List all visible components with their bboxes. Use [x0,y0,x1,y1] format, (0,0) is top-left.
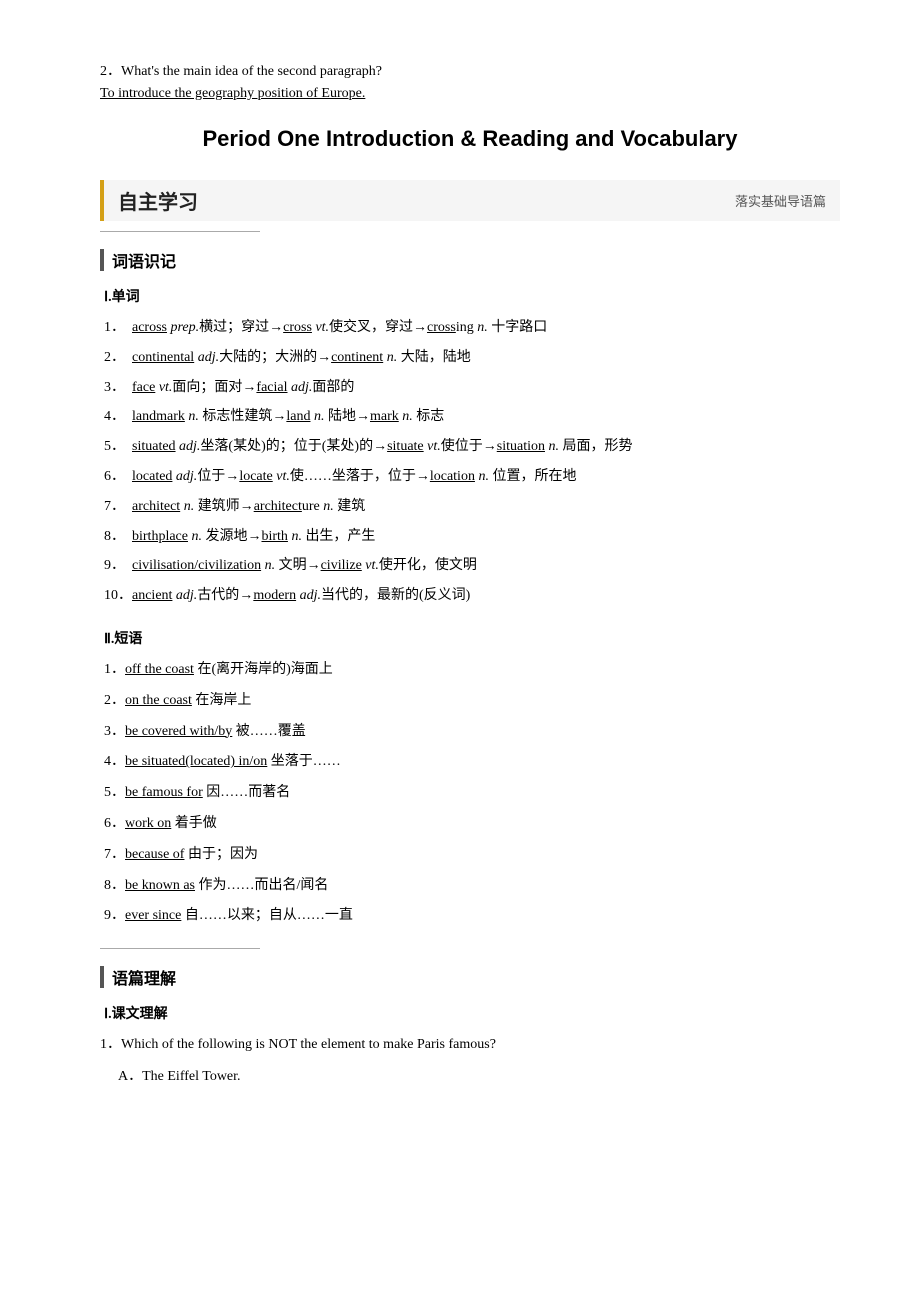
section-vocab-title: 词语识记 [112,248,176,272]
word-item: 4．landmark n. 标志性建筑→land n. 陆地→mark n. 标… [100,405,840,429]
phrase-item: 1．off the coast 在(离开海岸的)海面上 [100,658,840,682]
phrase-item: 9．ever since 自……以来；自从……一直 [100,904,840,928]
subsection-words: Ⅰ.单词 1．across prep.横过；穿过→cross vt.使交叉，穿过… [100,286,840,608]
word-item: 6．located adj.位于→locate vt.使……坐落于，位于→loc… [100,465,840,489]
phrase-num: 4． [104,754,125,769]
main-title: Period One Introduction & Reading and Vo… [100,126,840,152]
phrase-num: 2． [104,693,125,708]
word-num: 3． [104,376,132,400]
phrase-item: 2．on the coast 在海岸上 [100,689,840,713]
phrase-num: 5． [104,785,125,800]
word-num: 8． [104,525,132,549]
phrase-text: be known as [125,878,195,893]
word-item: 8．birthplace n. 发源地→birth n. 出生，产生 [100,525,840,549]
phrase-num: 3． [104,724,125,739]
section-vocab: 词语识记 Ⅰ.单词 1．across prep.横过；穿过→cross vt.使… [100,248,840,928]
section-bar-icon [100,249,104,271]
question2-answer: To introduce the geography position of E… [100,86,840,102]
phrase-text: ever since [125,908,181,923]
phrase-meaning: 坐落于…… [267,754,341,769]
phrase-item: 3．be covered with/by 被……覆盖 [100,720,840,744]
phrase-num: 9． [104,908,125,923]
phrase-item: 8．be known as 作为……而出名/闻名 [100,874,840,898]
word-num: 6． [104,465,132,489]
word-num: 7． [104,495,132,519]
phrase-meaning: 作为……而出名/闻名 [195,878,328,893]
subsection-phrases: Ⅱ.短语 1．off the coast 在(离开海岸的)海面上 2．on the… [100,628,840,928]
phrase-text: be situated(located) in/on [125,754,267,769]
word-item: 7．architect n. 建筑师→architecture n. 建筑 [100,495,840,519]
phrase-text: work on [125,816,171,831]
banner-title: 自主学习 [118,186,198,215]
word-item: 3．face vt.面向；面对→facial adj.面部的 [100,376,840,400]
word-num: 4． [104,405,132,429]
phrase-meaning: 自……以来；自从……一直 [181,908,353,923]
phrase-item: 4．be situated(located) in/on 坐落于…… [100,750,840,774]
section-reading-header: 语篇理解 [100,965,840,989]
word-item: 1．across prep.横过；穿过→cross vt.使交叉，穿过→cros… [100,316,840,340]
divider1 [100,231,260,232]
phrase-meaning: 由于；因为 [184,847,258,862]
word-item: 9．civilisation/civilization n. 文明→civili… [100,554,840,578]
phrase-text: because of [125,847,184,862]
phrase-items-list: 1．off the coast 在(离开海岸的)海面上 2．on the coas… [100,658,840,928]
word-item: 5．situated adj.坐落(某处)的；位于(某处)的→situate v… [100,435,840,459]
phrase-meaning: 被……覆盖 [232,724,306,739]
word-item: 10．ancient adj.古代的→modern adj.当代的，最新的(反义… [100,584,840,608]
reading-q1-optionA: A．The Eiffel Tower. [100,1065,840,1089]
banner: 自主学习 落实基础导语篇 [100,180,840,221]
banner-subtitle: 落实基础导语篇 [735,191,826,210]
section-bar2-icon [100,966,104,988]
word-items-list: 1．across prep.横过；穿过→cross vt.使交叉，穿过→cros… [100,316,840,608]
phrase-meaning: 着手做 [171,816,217,831]
phrase-num: 1． [104,662,125,677]
phrase-text: off the coast [125,662,194,677]
question2-text: 2．What's the main idea of the second par… [100,60,840,80]
word-num: 10． [104,584,132,608]
section-vocab-header: 词语识记 [100,248,840,272]
phrase-num: 6． [104,816,125,831]
phrase-text: be covered with/by [125,724,232,739]
word-num: 2． [104,346,132,370]
word-item: 2．continental adj.大陆的；大洲的→continent n. 大… [100,346,840,370]
phrase-text: be famous for [125,785,203,800]
phrase-num: 8． [104,878,125,893]
phrase-meaning: 因……而著名 [203,785,291,800]
phrase-item: 6．work on 着手做 [100,812,840,836]
phrase-meaning: 在海岸上 [192,693,252,708]
section-reading: 语篇理解 Ⅰ.课文理解 1．Which of the following is … [100,965,840,1089]
word-num: 9． [104,554,132,578]
word-num: 5． [104,435,132,459]
phrase-meaning: 在(离开海岸的)海面上 [194,662,333,677]
word-num: 1． [104,316,132,340]
phrase-item: 5．be famous for 因……而著名 [100,781,840,805]
phrase-num: 7． [104,847,125,862]
phrase-item: 7．because of 由于；因为 [100,843,840,867]
subsection-words-title: Ⅰ.单词 [104,286,840,306]
section-reading-title: 语篇理解 [112,965,176,989]
subsection-phrases-title: Ⅱ.短语 [104,628,840,648]
reading-subsection: Ⅰ.课文理解 1．Which of the following is NOT t… [100,1003,840,1089]
reading-q1: 1．Which of the following is NOT the elem… [100,1033,840,1057]
reading-subsection-title: Ⅰ.课文理解 [104,1003,840,1023]
phrase-text: on the coast [125,693,192,708]
divider2 [100,948,260,949]
